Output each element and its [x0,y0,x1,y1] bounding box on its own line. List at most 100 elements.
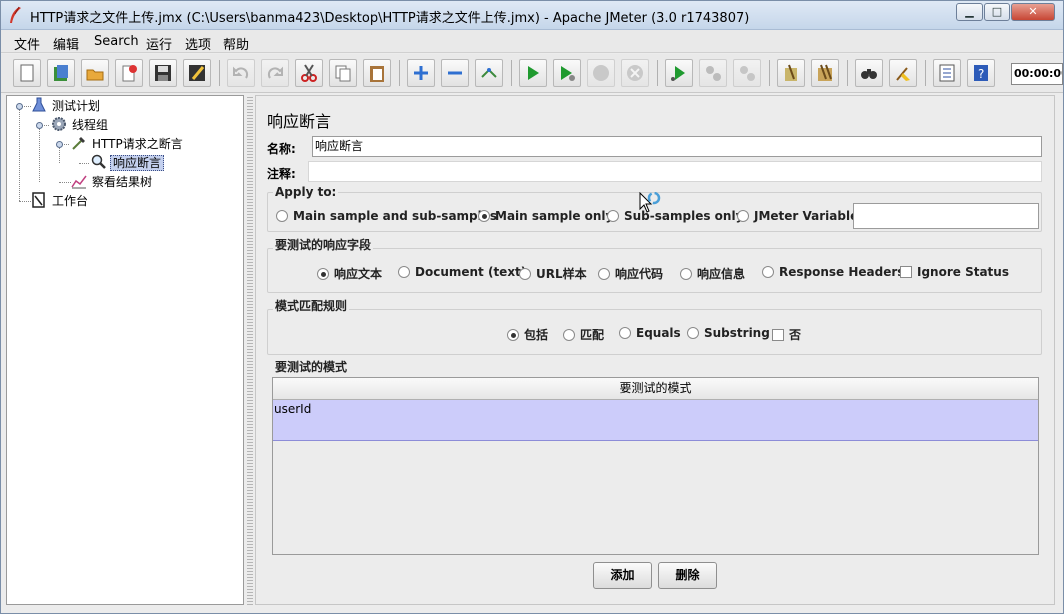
rule-not-checkbox[interactable]: 否 [772,326,801,343]
radio-icon [607,210,619,222]
tree-item-response-assertion[interactable]: 响应断言 [91,154,165,172]
cut-icon[interactable] [295,59,323,87]
checkbox-icon [900,266,912,278]
svg-text:?: ? [978,67,984,81]
reset-search-icon[interactable] [889,59,917,87]
templates-icon[interactable] [47,59,75,87]
save-icon[interactable] [149,59,177,87]
response-assertion-panel: 响应断言 名称: 响应断言 注释: Apply to: Main sample … [255,95,1055,605]
workbench-icon [32,192,45,208]
rule-matches-radio[interactable]: 匹配 [563,326,604,343]
save-as-icon[interactable] [183,59,211,87]
menu-help[interactable]: 帮助 [223,34,249,53]
rule-contains-radio[interactable]: 包括 [507,326,548,343]
remote-stop-icon[interactable] [699,59,727,87]
function-helper-icon[interactable] [933,59,961,87]
pipette-icon [72,137,85,150]
elapsed-timer: 00:00:00 [1011,63,1063,85]
panel-title: 响应断言 [267,112,332,131]
close-file-icon[interactable] [115,59,143,87]
new-icon[interactable] [13,59,41,87]
minimize-button[interactable]: ▁ [956,3,983,21]
toolbar: ? [1,54,1063,93]
copy-icon[interactable] [329,59,357,87]
tree-item-http-request[interactable]: HTTP请求之断言 [71,135,185,153]
radio-icon [680,268,692,280]
panel-splitter[interactable] [247,95,253,605]
undo-icon[interactable] [227,59,255,87]
radio-icon [687,327,699,339]
patterns-column-header[interactable]: 要测试的模式 [273,378,1038,400]
chart-icon [71,175,87,189]
rule-equals-radio[interactable]: Equals [619,326,681,340]
field-response-text-radio[interactable]: 响应文本 [317,265,382,282]
menu-search[interactable]: Search [94,34,139,49]
field-response-message-radio[interactable]: 响应信息 [680,265,745,282]
field-url-sample-radio[interactable]: URL样本 [519,265,587,282]
ignore-status-checkbox[interactable]: Ignore Status [900,265,1009,279]
checkbox-icon [772,329,784,341]
tree-item-workbench[interactable]: 工作台 [31,192,90,210]
remote-start-icon[interactable] [665,59,693,87]
radio-icon [398,266,410,278]
shutdown-icon[interactable] [621,59,649,87]
radio-icon [762,266,774,278]
menu-file[interactable]: 文件 [14,34,40,53]
jmeter-variable-field[interactable] [853,203,1039,229]
field-document-text-radio[interactable]: Document (text) [398,265,526,279]
help-icon[interactable]: ? [967,59,995,87]
start-no-pause-icon[interactable] [553,59,581,87]
apply-jmeter-variable-radio[interactable]: JMeter Variable [737,209,858,223]
search-icon[interactable] [855,59,883,87]
tree-item-view-results-tree[interactable]: 察看结果树 [71,173,154,191]
table-row[interactable]: userId [273,400,1038,441]
close-button[interactable]: ✕ [1011,3,1055,21]
gear-icon [52,117,66,131]
radio-icon [598,268,610,280]
patterns-title: 要测试的模式 [273,358,350,375]
expand-icon[interactable] [407,59,435,87]
tree-item-test-plan[interactable]: 测试计划 [31,97,102,115]
name-field[interactable]: 响应断言 [312,136,1042,157]
open-icon[interactable] [81,59,109,87]
title-bar: HTTP请求之文件上传.jmx (C:\Users\banma423\Deskt… [1,1,1063,30]
comment-field[interactable] [308,161,1042,182]
tree-expand-knob[interactable] [36,122,43,129]
tree-item-thread-group[interactable]: 线程组 [51,116,110,134]
apply-sub-only-radio[interactable]: Sub-samples only [607,209,743,223]
toggle-icon[interactable] [475,59,503,87]
magnifier-icon [91,154,106,169]
pattern-cell[interactable]: userId [274,402,311,416]
radio-icon [563,329,575,341]
menu-edit[interactable]: 编辑 [53,34,79,53]
paste-icon[interactable] [363,59,391,87]
start-icon[interactable] [519,59,547,87]
flask-icon [32,97,46,112]
collapse-icon[interactable] [441,59,469,87]
tree-expand-knob[interactable] [16,103,23,110]
remote-shutdown-icon[interactable] [733,59,761,87]
busy-cursor-icon [639,192,661,213]
radio-selected-icon [317,268,329,280]
delete-button[interactable]: 删除 [658,562,717,589]
tree-expand-knob[interactable] [56,141,63,148]
clear-icon[interactable] [777,59,805,87]
stop-icon[interactable] [587,59,615,87]
apply-main-only-radio[interactable]: Main sample only [478,209,613,223]
field-response-headers-radio[interactable]: Response Headers [762,265,904,279]
menu-options[interactable]: 选项 [185,34,211,53]
apply-main-and-sub-radio[interactable]: Main sample and sub-samples [276,209,497,223]
rule-substring-radio[interactable]: Substring [687,326,770,340]
radio-selected-icon [478,210,490,222]
clear-all-icon[interactable] [811,59,839,87]
response-field-title: 要测试的响应字段 [273,236,374,253]
jmeter-feather-icon [10,6,21,23]
redo-icon[interactable] [261,59,289,87]
menu-run[interactable]: 运行 [146,34,172,53]
apply-to-title: Apply to: [273,185,339,199]
radio-icon [276,210,288,222]
field-response-code-radio[interactable]: 响应代码 [598,265,663,282]
maximize-button[interactable]: □ [984,3,1010,21]
add-button[interactable]: 添加 [593,562,652,589]
radio-selected-icon [507,329,519,341]
